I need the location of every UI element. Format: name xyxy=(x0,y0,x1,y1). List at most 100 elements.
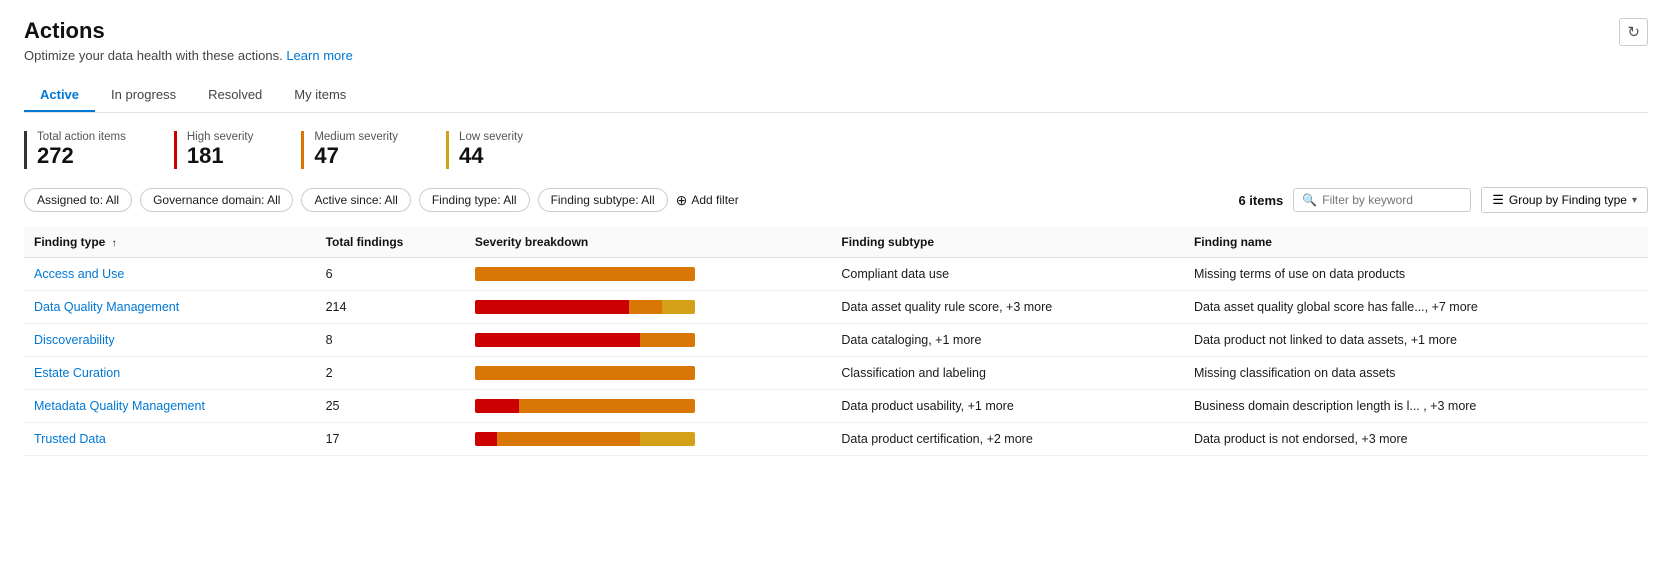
stats-row: Total action items 272 High severity 181… xyxy=(24,131,1648,169)
page-title: Actions xyxy=(24,18,353,44)
finding-name-cell: Data product not linked to data assets, … xyxy=(1184,324,1648,357)
stat-low: Low severity 44 xyxy=(446,131,523,169)
finding-type-cell: Metadata Quality Management xyxy=(24,390,316,423)
finding-subtype-cell: Data cataloging, +1 more xyxy=(831,324,1184,357)
chevron-down-icon: ▾ xyxy=(1632,195,1637,206)
filter-finding-subtype[interactable]: Finding subtype: All xyxy=(538,188,668,212)
add-filter-icon: ⊕ xyxy=(676,192,688,209)
finding-type-link[interactable]: Metadata Quality Management xyxy=(34,399,205,413)
tab-active[interactable]: Active xyxy=(24,79,95,112)
table-row: Discoverability 8 Data cataloging, +1 more… xyxy=(24,324,1648,357)
finding-name-cell: Missing terms of use on data products xyxy=(1184,258,1648,291)
bar-segment xyxy=(640,432,695,446)
learn-more-link[interactable]: Learn more xyxy=(286,48,352,63)
finding-type-link[interactable]: Access and Use xyxy=(34,267,124,281)
severity-bar xyxy=(475,267,695,281)
refresh-button[interactable]: ↻ xyxy=(1619,18,1648,46)
add-filter-button[interactable]: ⊕ Add filter xyxy=(676,192,739,209)
filter-finding-type[interactable]: Finding type: All xyxy=(419,188,530,212)
severity-breakdown-cell xyxy=(465,258,832,291)
severity-breakdown-cell xyxy=(465,291,832,324)
refresh-icon: ↻ xyxy=(1627,24,1640,41)
severity-bar xyxy=(475,366,695,380)
finding-type-cell: Trusted Data xyxy=(24,423,316,456)
sort-arrow-finding-type: ↑ xyxy=(112,238,117,249)
bar-segment xyxy=(475,366,695,380)
table-row: Metadata Quality Management 25 Data produc… xyxy=(24,390,1648,423)
total-findings-cell: 25 xyxy=(316,390,465,423)
severity-bar xyxy=(475,333,695,347)
finding-name-cell: Business domain description length is l.… xyxy=(1184,390,1648,423)
stat-medium-value: 47 xyxy=(314,143,398,169)
severity-bar xyxy=(475,399,695,413)
table-row: Trusted Data 17 Data product certification… xyxy=(24,423,1648,456)
stat-medium: Medium severity 47 xyxy=(301,131,398,169)
finding-type-cell: Data Quality Management xyxy=(24,291,316,324)
filter-active-since[interactable]: Active since: All xyxy=(301,188,410,212)
items-count: 6 items xyxy=(1238,193,1283,208)
filter-assigned-to[interactable]: Assigned to: All xyxy=(24,188,132,212)
severity-breakdown-cell xyxy=(465,423,832,456)
finding-subtype-cell: Data product usability, +1 more xyxy=(831,390,1184,423)
total-findings-cell: 214 xyxy=(316,291,465,324)
tab-bar: Active In progress Resolved My items xyxy=(24,79,1648,113)
stat-medium-label: Medium severity xyxy=(314,131,398,143)
table-header-row: Finding type ↑ Total findings Severity b… xyxy=(24,227,1648,258)
bar-segment xyxy=(519,399,695,413)
search-box: 🔍 xyxy=(1293,188,1471,212)
total-findings-cell: 6 xyxy=(316,258,465,291)
bar-segment xyxy=(640,333,695,347)
finding-type-link[interactable]: Trusted Data xyxy=(34,432,106,446)
bar-segment xyxy=(475,267,695,281)
stat-high-value: 181 xyxy=(187,143,253,169)
col-severity-breakdown[interactable]: Severity breakdown xyxy=(465,227,832,258)
finding-name-cell: Data product is not endorsed, +3 more xyxy=(1184,423,1648,456)
col-finding-subtype[interactable]: Finding subtype xyxy=(831,227,1184,258)
finding-type-cell: Estate Curation xyxy=(24,357,316,390)
col-total-findings[interactable]: Total findings xyxy=(316,227,465,258)
group-by-button[interactable]: ☰ Group by Finding type ▾ xyxy=(1481,187,1648,213)
stat-low-label: Low severity xyxy=(459,131,523,143)
table-row: Estate Curation 2 Classification and label… xyxy=(24,357,1648,390)
finding-subtype-cell: Classification and labeling xyxy=(831,357,1184,390)
severity-bar xyxy=(475,432,695,446)
bar-segment xyxy=(629,300,662,314)
bar-segment xyxy=(497,432,640,446)
finding-type-link[interactable]: Estate Curation xyxy=(34,366,120,380)
stat-total-label: Total action items xyxy=(37,131,126,143)
stat-high: High severity 181 xyxy=(174,131,253,169)
finding-subtype-cell: Data product certification, +2 more xyxy=(831,423,1184,456)
finding-name-cell: Missing classification on data assets xyxy=(1184,357,1648,390)
total-findings-cell: 17 xyxy=(316,423,465,456)
table-row: Access and Use6Compliant data useMissing… xyxy=(24,258,1648,291)
total-findings-cell: 2 xyxy=(316,357,465,390)
bar-segment xyxy=(475,399,519,413)
stat-high-label: High severity xyxy=(187,131,253,143)
tab-my-items[interactable]: My items xyxy=(278,79,362,112)
page-subtitle: Optimize your data health with these act… xyxy=(24,48,353,63)
severity-breakdown-cell xyxy=(465,357,832,390)
tab-resolved[interactable]: Resolved xyxy=(192,79,278,112)
bar-segment xyxy=(662,300,695,314)
col-finding-name[interactable]: Finding name xyxy=(1184,227,1648,258)
total-findings-cell: 8 xyxy=(316,324,465,357)
finding-name-cell: Data asset quality global score has fall… xyxy=(1184,291,1648,324)
finding-type-link[interactable]: Discoverability xyxy=(34,333,115,347)
finding-type-link[interactable]: Data Quality Management xyxy=(34,300,179,314)
search-input[interactable] xyxy=(1322,193,1462,207)
table-row: Data Quality Management 214 Data asset qua… xyxy=(24,291,1648,324)
stat-low-value: 44 xyxy=(459,143,523,169)
search-icon: 🔍 xyxy=(1302,193,1317,207)
bar-segment xyxy=(475,300,629,314)
finding-type-cell: Access and Use xyxy=(24,258,316,291)
severity-bar xyxy=(475,300,695,314)
severity-breakdown-cell xyxy=(465,324,832,357)
group-by-label: Group by Finding type xyxy=(1509,193,1627,207)
tab-in-progress[interactable]: In progress xyxy=(95,79,192,112)
bar-segment xyxy=(475,432,497,446)
stat-total: Total action items 272 xyxy=(24,131,126,169)
findings-table: Finding type ↑ Total findings Severity b… xyxy=(24,227,1648,456)
filter-governance-domain[interactable]: Governance domain: All xyxy=(140,188,293,212)
col-finding-type[interactable]: Finding type ↑ xyxy=(24,227,316,258)
stat-total-value: 272 xyxy=(37,143,126,169)
